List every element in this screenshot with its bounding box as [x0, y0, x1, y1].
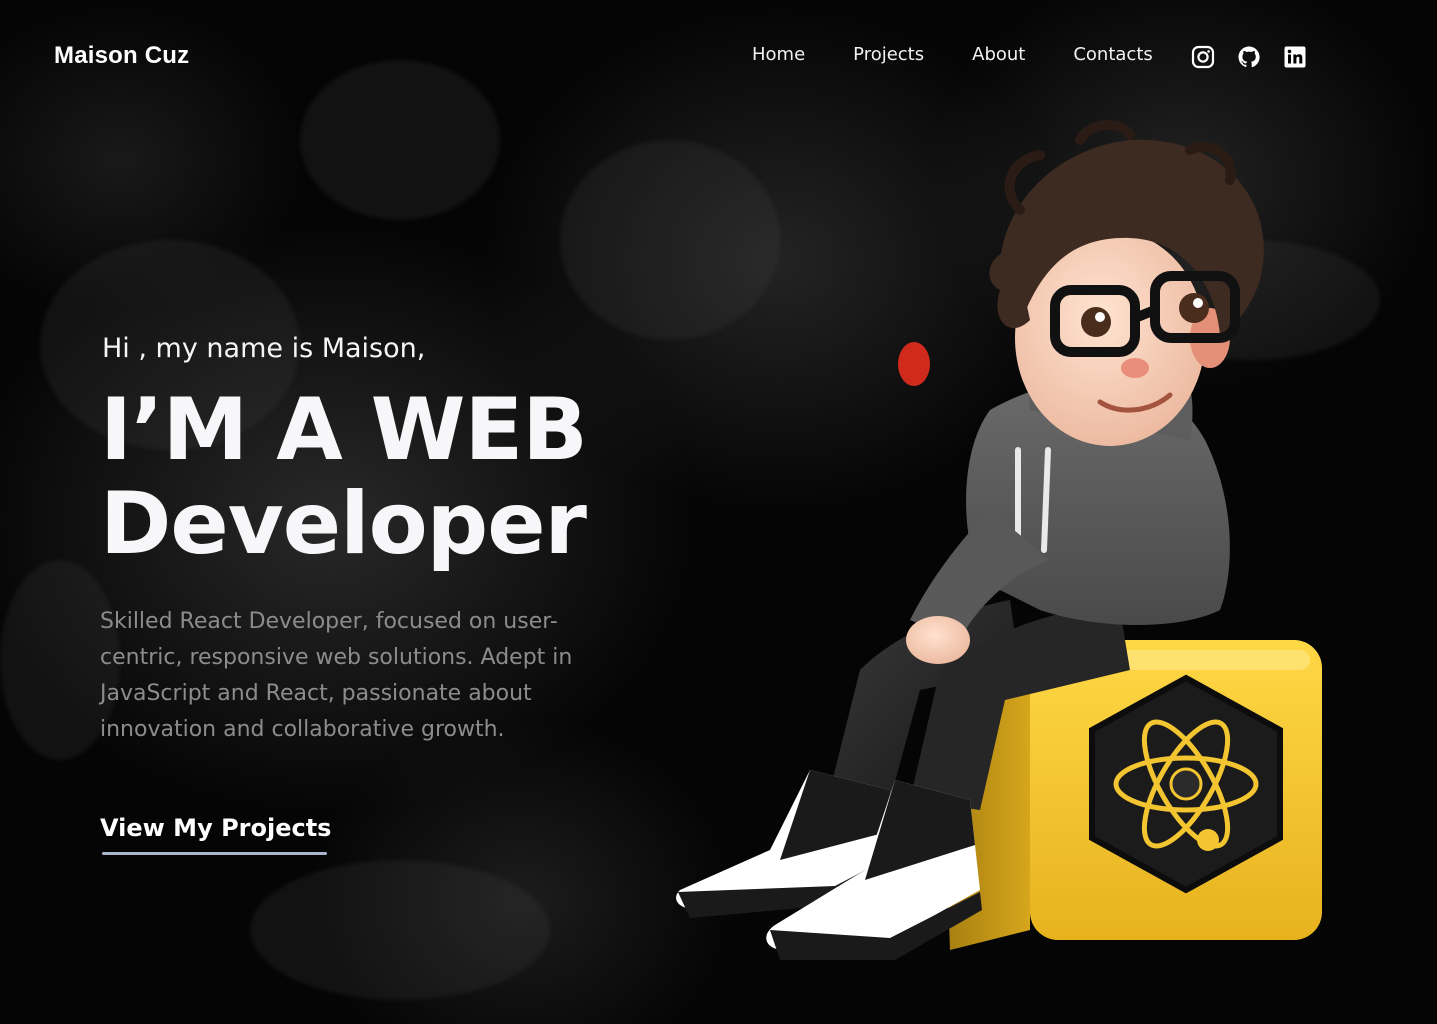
github-icon[interactable] [1237, 45, 1261, 69]
navbar: Maison Cuz Home Projects About Contacts [0, 0, 1437, 115]
nav-link-projects[interactable]: Projects [853, 44, 924, 65]
site-logo[interactable]: Maison Cuz [54, 42, 189, 70]
avatar-head [898, 120, 1264, 446]
headline-line-2: Developer [100, 474, 587, 574]
nav-link-contacts[interactable]: Contacts [1073, 44, 1152, 65]
nav-link-about[interactable]: About [972, 44, 1025, 65]
landing-page: Maison Cuz Home Projects About Contacts [0, 0, 1437, 1024]
nav-link-home[interactable]: Home [752, 44, 805, 65]
hero-greeting: Hi , my name is Maison, [102, 333, 426, 364]
hero-headline: I’M A WEB Developer [100, 380, 588, 574]
view-projects-link[interactable]: View My Projects [100, 814, 331, 848]
social-links [1191, 45, 1307, 69]
developer-avatar-illustration [676, 120, 1322, 960]
headline-line-1: I’M A WEB [100, 380, 588, 480]
hero-description: Skilled React Developer, focused on user… [100, 609, 573, 742]
nav-links: Home Projects About Contacts [752, 44, 1201, 65]
cta-underline [102, 852, 327, 855]
background-smudge [250, 860, 550, 1000]
instagram-icon[interactable] [1191, 45, 1215, 69]
linkedin-icon[interactable] [1283, 45, 1307, 69]
